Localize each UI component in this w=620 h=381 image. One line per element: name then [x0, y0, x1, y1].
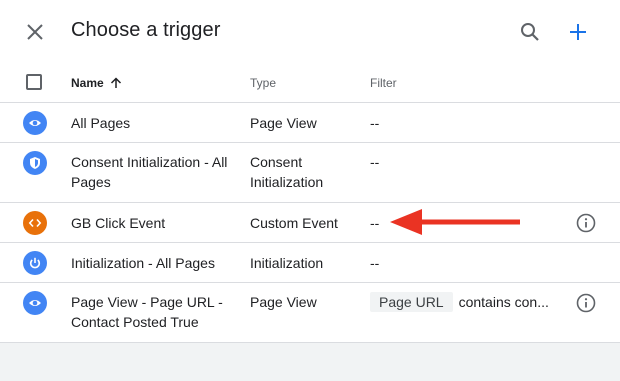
table-row[interactable]: GB Click Event Custom Event -- [0, 203, 620, 243]
info-icon [576, 213, 596, 233]
info-button[interactable] [575, 292, 597, 314]
select-all-checkbox[interactable] [26, 74, 42, 90]
column-header-filter[interactable]: Filter [370, 76, 397, 90]
info-button[interactable] [575, 212, 597, 234]
eye-icon [23, 291, 47, 315]
column-header-name-label: Name [71, 76, 104, 90]
dialog-header: Choose a trigger [0, 0, 620, 64]
trigger-name: GB Click Event [71, 215, 166, 231]
trigger-filter: Page URL contains con... [370, 292, 549, 312]
trigger-type: Page View [250, 115, 317, 131]
table-row[interactable]: Initialization - All Pages Initializatio… [0, 243, 620, 283]
close-button[interactable] [23, 20, 47, 44]
table-header: Name Type Filter [0, 62, 620, 103]
power-icon [23, 251, 47, 275]
search-icon [521, 23, 539, 41]
trigger-filter: -- [370, 255, 380, 271]
filter-variable-chip: Page URL [370, 292, 453, 312]
trigger-filter: -- [370, 215, 380, 231]
dialog-title: Choose a trigger [71, 19, 221, 41]
trigger-filter: -- [370, 115, 380, 131]
code-icon [23, 211, 47, 235]
arrow-up-icon [110, 77, 121, 88]
trigger-name: Initialization - All Pages [71, 255, 215, 271]
dialog-footer [0, 343, 620, 381]
table-row[interactable]: Page View - Page URL - Contact Posted Tr… [0, 283, 620, 343]
table-row[interactable]: Consent Initialization - All Pages Conse… [0, 143, 620, 203]
trigger-name: Page View - Page URL - Contact Posted Tr… [71, 294, 223, 330]
add-trigger-button[interactable] [566, 20, 590, 44]
trigger-name: Consent Initialization - All Pages [71, 154, 228, 190]
trigger-type: Page View [250, 294, 317, 310]
shield-icon [23, 151, 47, 175]
close-icon [27, 24, 43, 40]
add-icon [570, 24, 586, 40]
trigger-filter: -- [370, 154, 380, 170]
table-row[interactable]: All Pages Page View -- [0, 103, 620, 143]
filter-condition: contains con... [458, 294, 549, 310]
info-icon [576, 293, 596, 313]
trigger-name: All Pages [71, 115, 131, 131]
column-header-type[interactable]: Type [250, 76, 276, 90]
annotation-arrow-icon [390, 209, 520, 235]
trigger-type: Initialization [250, 255, 324, 271]
column-header-name[interactable]: Name [71, 76, 122, 90]
search-button[interactable] [518, 20, 542, 44]
trigger-type: Consent Initialization [250, 154, 324, 190]
eye-icon [23, 111, 47, 135]
trigger-type: Custom Event [250, 215, 338, 231]
